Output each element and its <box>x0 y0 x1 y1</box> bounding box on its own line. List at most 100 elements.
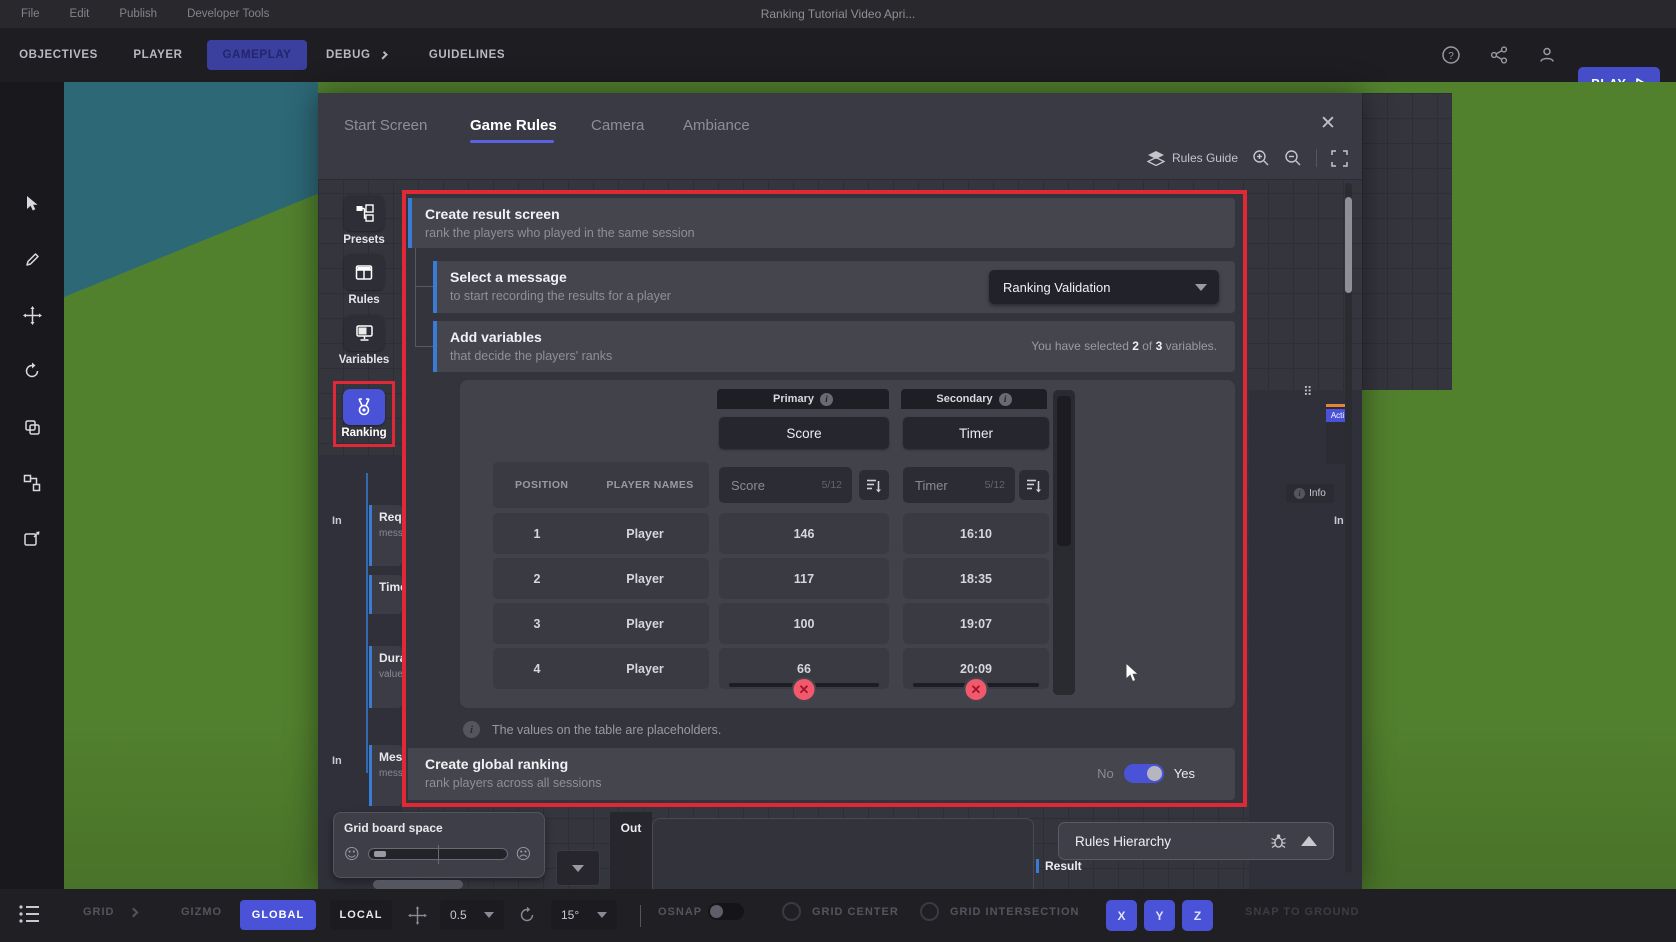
duplicate-tool-button[interactable] <box>14 409 50 445</box>
objectives-button[interactable]: OBJECTIVES <box>11 40 106 70</box>
presets-icon <box>355 204 374 222</box>
user-icon <box>1537 45 1557 65</box>
gizmo-button[interactable]: GIZMO <box>181 906 222 918</box>
placeholder-note: i The values on the table are placeholde… <box>463 721 721 738</box>
axis-y-button[interactable]: Y <box>1144 900 1175 931</box>
sidebar-presets-button[interactable] <box>344 195 384 231</box>
axis-z-button[interactable]: Z <box>1182 900 1213 931</box>
timer-field-value: Timer <box>915 478 985 493</box>
grid-menu-button[interactable]: GRID <box>83 906 115 918</box>
menu-edit[interactable]: Edit <box>70 8 90 20</box>
result-node-label: Result <box>1036 859 1082 873</box>
hierarchy-tool-button[interactable] <box>14 465 50 501</box>
tab-start-screen[interactable]: Start Screen <box>344 117 427 134</box>
message-dropdown[interactable]: Ranking Validation <box>989 270 1219 304</box>
row-timer-cell: 19:07 <box>903 603 1049 644</box>
node-out-column: Out <box>610 812 652 889</box>
menu-file[interactable]: File <box>21 8 40 20</box>
rotate-step-icon <box>518 906 536 924</box>
menu-publish[interactable]: Publish <box>119 8 157 20</box>
grid-center-radio[interactable] <box>782 902 801 921</box>
bug-icon[interactable] <box>1270 833 1287 849</box>
modal-scrollbar-thumb[interactable] <box>1345 197 1352 293</box>
layers-icon <box>1147 150 1165 166</box>
node-card-duration: Dura value <box>369 646 402 708</box>
tab-game-rules[interactable]: Game Rules <box>470 117 557 134</box>
grid-board-space-title: Grid board space <box>344 821 544 835</box>
score-field-value: Score <box>731 478 822 493</box>
score-sort-button[interactable] <box>859 470 889 500</box>
info-icon[interactable]: i <box>999 393 1012 406</box>
table-scrollbar[interactable] <box>1053 390 1075 695</box>
table-scrollbar-thumb[interactable] <box>1057 396 1071 546</box>
user-button[interactable] <box>1536 44 1558 66</box>
outliner-list-button[interactable] <box>16 901 42 927</box>
tab-ambiance[interactable]: Ambiance <box>683 117 750 134</box>
collapsed-dropdown-button[interactable] <box>556 850 600 886</box>
osnap-label: OSNAP <box>658 906 702 918</box>
variables-selected-note: You have selected 2 of 3 variables. <box>1031 339 1217 353</box>
row-player-name: Player <box>581 572 709 586</box>
drag-grip-icon[interactable]: ⠿ <box>1303 385 1313 400</box>
osnap-toggle[interactable] <box>708 903 744 920</box>
list-icon <box>16 901 42 927</box>
debug-button[interactable]: DEBUG <box>326 40 386 70</box>
global-mode-button[interactable]: GLOBAL <box>240 900 316 930</box>
secondary-variable-button[interactable]: Timer <box>903 417 1049 449</box>
rotate-tool-button[interactable] <box>14 353 50 389</box>
modal-scrollbar[interactable] <box>1345 183 1352 873</box>
rules-hierarchy-panel[interactable]: Rules Hierarchy <box>1058 822 1334 860</box>
primary-variable-button[interactable]: Score <box>719 417 889 449</box>
move-tool-button[interactable] <box>14 297 50 333</box>
help-button[interactable]: ? <box>1440 44 1462 66</box>
active-tab-underline <box>470 140 554 143</box>
sort-descending-icon <box>866 478 882 493</box>
menubar: File Edit Publish Developer Tools Rankin… <box>0 0 1676 28</box>
copy-icon <box>24 419 41 436</box>
debug-label: DEBUG <box>326 49 371 61</box>
table-row: 4 Player <box>493 648 709 689</box>
sidebar-variables-button[interactable] <box>344 315 384 351</box>
note-suffix: variables. <box>1166 339 1217 353</box>
rotate-step-select[interactable]: 15° <box>551 900 617 930</box>
slider-knob[interactable] <box>374 851 386 857</box>
grid-board-slider[interactable] <box>368 848 508 860</box>
draw-tool-button[interactable] <box>14 241 50 277</box>
info-chip-label: Info <box>1309 488 1326 499</box>
row-player-name: Player <box>581 617 709 631</box>
local-mode-button[interactable]: LOCAL <box>330 900 392 930</box>
rules-guide-button[interactable]: Rules Guide <box>1147 150 1238 166</box>
note-of: of <box>1142 339 1152 353</box>
timer-sort-button[interactable] <box>1019 470 1049 500</box>
move-step-icon <box>408 906 427 925</box>
menu-developer-tools[interactable]: Developer Tools <box>187 8 269 20</box>
background-node-panel-bottom <box>652 818 1034 889</box>
player-button[interactable]: PLAYER <box>118 40 198 70</box>
share-button[interactable] <box>1488 44 1510 66</box>
gameplay-button[interactable]: GAMEPLAY <box>207 40 307 70</box>
frame-tool-button[interactable] <box>14 521 50 557</box>
score-variable-field[interactable]: Score 5/12 <box>719 467 852 503</box>
info-chip-button[interactable]: i Info <box>1286 484 1334 503</box>
grid-intersection-radio[interactable] <box>920 902 939 921</box>
section-title: Create result screen <box>425 206 1235 222</box>
select-tool-button[interactable] <box>14 185 50 221</box>
chevron-down-icon <box>572 865 584 872</box>
zoom-out-button[interactable] <box>1284 149 1302 167</box>
node-card-title: Mess <box>379 750 402 764</box>
move-step-select[interactable]: 0.5 <box>440 900 504 930</box>
collapse-up-icon[interactable] <box>1301 836 1317 846</box>
timer-variable-field[interactable]: Timer 5/12 <box>903 467 1015 503</box>
guidelines-button[interactable]: GUIDELINES <box>421 40 513 70</box>
fullscreen-button[interactable] <box>1331 150 1348 167</box>
zoom-in-button[interactable] <box>1252 149 1270 167</box>
rules-guide-label: Rules Guide <box>1172 151 1238 165</box>
info-icon[interactable]: i <box>820 393 833 406</box>
close-button[interactable]: ✕ <box>1314 109 1342 137</box>
score-char-counter: 5/12 <box>822 479 842 491</box>
global-ranking-toggle[interactable] <box>1124 764 1164 783</box>
error-badge-icon: ✕ <box>964 677 989 702</box>
tab-camera[interactable]: Camera <box>591 117 644 134</box>
sidebar-rules-button[interactable] <box>344 254 384 290</box>
axis-x-button[interactable]: X <box>1106 900 1137 931</box>
